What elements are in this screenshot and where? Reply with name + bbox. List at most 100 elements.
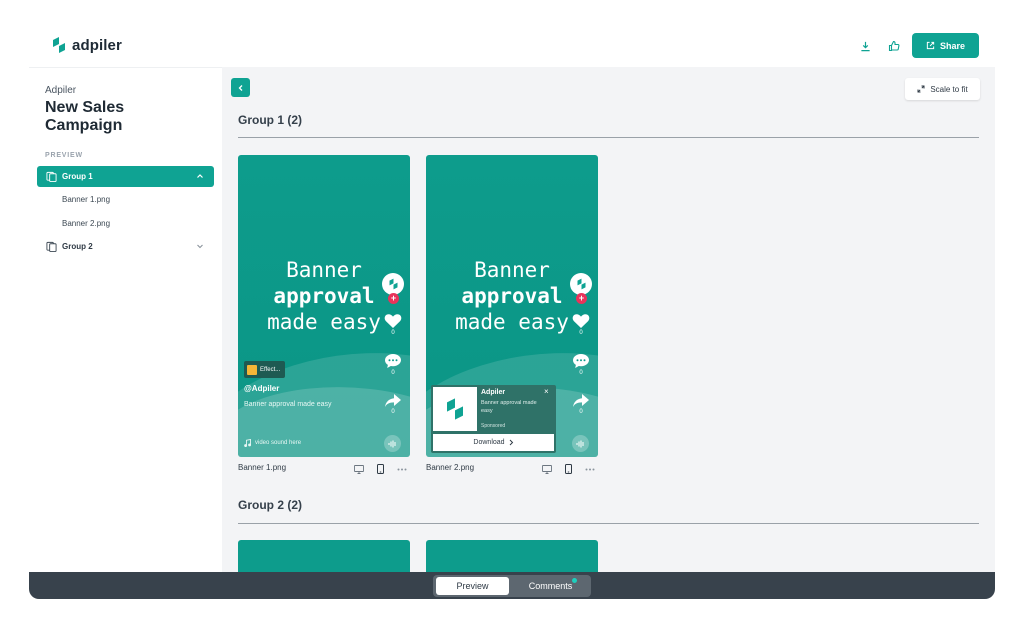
download-button[interactable] xyxy=(855,36,875,56)
profile-avatar xyxy=(382,273,404,295)
adpiler-logo-icon xyxy=(447,398,463,420)
card-footer: Banner 1.png xyxy=(238,462,410,476)
headline-line-3: made easy xyxy=(267,310,381,334)
chevron-up-icon xyxy=(197,174,203,178)
music-note-icon xyxy=(244,439,251,447)
banner-preview-group-2-first[interactable] xyxy=(238,540,410,572)
share-count: 0 xyxy=(579,409,583,415)
banner-headline: Banner approval made easy xyxy=(256,257,392,335)
comment-icon xyxy=(385,354,401,368)
sidebar-file-banner-1[interactable]: Banner 1.png xyxy=(62,195,110,204)
share-action: 0 xyxy=(569,393,593,415)
headline-line-2: approval xyxy=(461,284,563,308)
bottom-bar: Preview Comments xyxy=(29,572,995,599)
group-divider xyxy=(238,523,979,524)
more-options-button[interactable] xyxy=(396,463,408,475)
group-divider xyxy=(238,137,979,138)
ad-logo xyxy=(433,387,477,431)
desktop-view-button[interactable] xyxy=(541,463,553,475)
share-action: 0 xyxy=(381,393,405,415)
headline-line-1: Banner xyxy=(474,258,550,282)
campaign-owner: Adpiler xyxy=(45,85,77,96)
share-button[interactable]: Share xyxy=(912,33,979,58)
heart-icon xyxy=(384,314,402,328)
mobile-icon xyxy=(376,464,384,474)
share-icon xyxy=(926,41,935,50)
more-options-button[interactable] xyxy=(584,463,596,475)
effect-chip: Effect... xyxy=(244,361,286,378)
preview-area: Scale to fit Group 1 (2) Banner approval… xyxy=(222,67,995,572)
banner-preview[interactable]: Banner approval made easy + 0 0 xyxy=(426,155,598,457)
more-horizontal-icon xyxy=(397,468,407,470)
forward-arrow-icon xyxy=(573,394,589,407)
share-count: 0 xyxy=(391,409,395,415)
adpiler-logo-icon xyxy=(577,278,585,290)
comment-count: 0 xyxy=(579,370,583,376)
group-icon xyxy=(46,241,57,252)
heart-icon xyxy=(572,314,590,328)
banner-preview[interactable]: Banner approval made easy + 0 0 xyxy=(238,155,410,457)
adpiler-logo-icon xyxy=(53,37,65,53)
logo-text: adpiler xyxy=(72,36,122,54)
unread-indicator xyxy=(572,578,577,583)
top-bar: adpiler Share xyxy=(29,25,995,67)
close-icon[interactable]: × xyxy=(544,387,549,396)
headline-line-2: approval xyxy=(273,284,375,308)
sidebar-item-group-2[interactable]: Group 2 xyxy=(37,236,214,257)
chevron-down-icon xyxy=(197,244,203,249)
like-action: 0 xyxy=(569,313,593,336)
view-toggle: Preview Comments xyxy=(433,575,591,597)
share-label: Share xyxy=(939,40,965,51)
scale-to-fit-button[interactable]: Scale to fit xyxy=(905,78,980,100)
account-handle: @Adpiler xyxy=(244,384,280,393)
effect-icon xyxy=(247,364,257,375)
app-window: adpiler Share Adpiler New Sales Campaign… xyxy=(29,25,995,599)
section-label: PREVIEW xyxy=(45,152,83,159)
mobile-icon xyxy=(564,464,572,474)
tab-preview[interactable]: Preview xyxy=(436,577,509,595)
sound-text: video sound here xyxy=(255,440,302,446)
headline-line-3: made easy xyxy=(455,310,569,334)
group-1-title: Group 1 (2) xyxy=(238,113,303,127)
profile-avatar xyxy=(570,273,592,295)
follow-plus-icon: + xyxy=(576,293,587,304)
card-footer: Banner 2.png xyxy=(426,462,598,476)
sound-label: video sound here xyxy=(244,439,301,447)
adpiler-logo-icon xyxy=(389,278,397,290)
more-horizontal-icon xyxy=(585,468,595,470)
logo[interactable]: adpiler xyxy=(51,36,122,54)
headline-line-1: Banner xyxy=(286,258,362,282)
campaign-title: New Sales Campaign xyxy=(45,99,125,134)
download-icon xyxy=(860,41,870,51)
audio-wave-icon xyxy=(576,440,584,447)
expand-icon xyxy=(917,85,925,93)
ad-description: Banner approval made easy xyxy=(481,400,537,414)
like-action: 0 xyxy=(381,313,405,336)
comment-action: 0 xyxy=(569,353,593,376)
comment-icon xyxy=(573,354,589,368)
approve-button[interactable] xyxy=(884,36,904,56)
mobile-view-button[interactable] xyxy=(562,463,574,475)
follow-plus-icon: + xyxy=(388,293,399,304)
mobile-view-button[interactable] xyxy=(374,463,386,475)
comment-action: 0 xyxy=(381,353,405,376)
sidebar-item-label: Group 1 xyxy=(62,172,93,181)
ad-download-label: Download xyxy=(473,439,505,446)
sidebar-file-banner-2[interactable]: Banner 2.png xyxy=(62,219,110,228)
banner-preview-group-2-second[interactable] xyxy=(426,540,598,572)
sound-disc xyxy=(384,435,401,452)
sidebar-item-label: Group 2 xyxy=(62,242,93,251)
sidebar-item-group-1[interactable]: Group 1 xyxy=(37,166,214,187)
desktop-view-button[interactable] xyxy=(353,463,365,475)
ad-sponsored-label: Sponsored xyxy=(481,423,506,429)
card-filename: Banner 1.png xyxy=(238,463,287,472)
ad-download-button[interactable]: Download xyxy=(433,434,554,451)
desktop-icon xyxy=(354,464,364,474)
sidebar: Adpiler New Sales Campaign PREVIEW Group… xyxy=(29,67,222,572)
desktop-icon xyxy=(542,464,552,474)
collapse-sidebar-button[interactable] xyxy=(231,78,250,97)
scale-to-fit-label: Scale to fit xyxy=(930,84,968,94)
effect-label: Effect... xyxy=(260,366,281,373)
sound-disc xyxy=(572,435,589,452)
group-2-title: Group 2 (2) xyxy=(238,498,303,512)
